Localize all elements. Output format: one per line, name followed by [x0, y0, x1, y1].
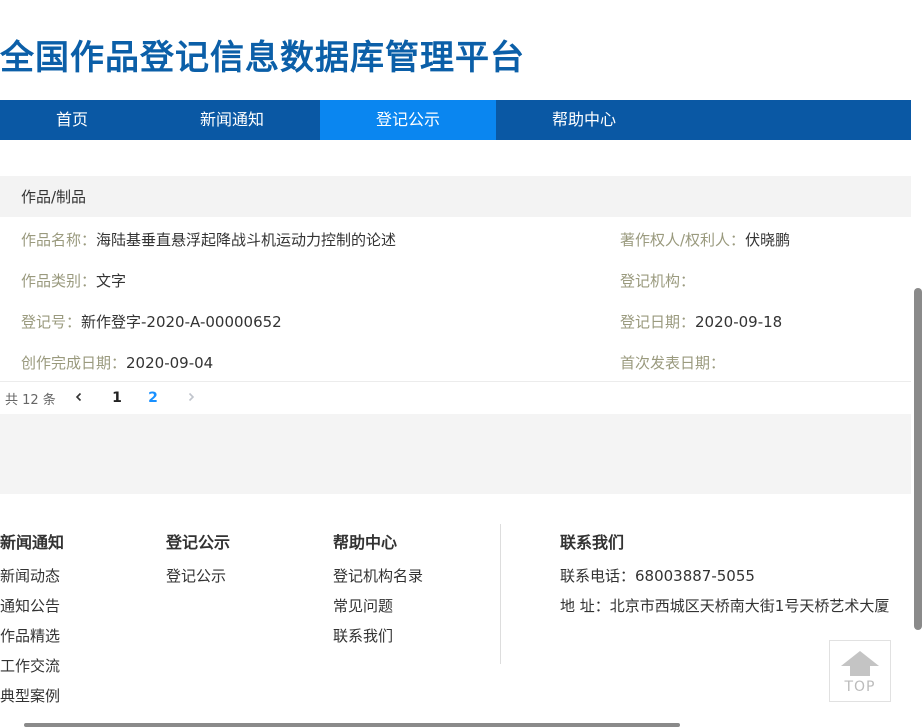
footer-link-announcements[interactable]: 通知公告 [0, 595, 60, 616]
field-owner: 著作权人/权利人：伏晓鹏 [620, 229, 790, 250]
nav-item-home[interactable]: 首页 [0, 100, 144, 140]
nav-item-registration-notice[interactable]: 登记公示 [320, 100, 496, 140]
field-publish-date: 首次发表日期： [620, 352, 725, 373]
footer-link-featured-works[interactable]: 作品精选 [0, 625, 60, 646]
page-button-2[interactable]: 2 [141, 386, 165, 410]
field-reg-no: 登记号：新作登字-2020-A-00000652 [21, 311, 282, 332]
footer-link-registration-notice[interactable]: 登记公示 [166, 565, 226, 586]
field-label: 作品名称： [21, 231, 97, 249]
footer-title-contact: 联系我们 [560, 533, 625, 552]
field-label: 首次发表日期： [620, 354, 726, 372]
footer-divider [500, 524, 501, 664]
field-reg-date: 登记日期：2020-09-18 [620, 311, 782, 332]
field-label: 作品类别： [21, 272, 97, 290]
footer-link-work-exchange[interactable]: 工作交流 [0, 655, 60, 676]
chevron-left-icon[interactable] [67, 386, 91, 410]
footer-title-news: 新闻通知 [0, 533, 65, 552]
field-label: 登记日期： [620, 313, 696, 331]
footer-title-help: 帮助中心 [333, 533, 398, 552]
chevron-right-icon[interactable] [179, 386, 203, 410]
field-category: 作品类别：文字 [21, 270, 126, 291]
horizontal-scrollbar-thumb[interactable] [24, 723, 680, 727]
field-work-name: 作品名称：海陆基垂直悬浮起降战斗机运动力控制的论述 [21, 229, 396, 250]
contact-address: 地 址：北京市西城区天桥南大街1号天桥艺术大厦 [560, 597, 890, 615]
footer-link-agency-directory[interactable]: 登记机构名录 [333, 565, 423, 586]
section-header: 作品/制品 [0, 176, 911, 217]
contact-phone: 联系电话：68003887-5055 [560, 567, 755, 585]
vertical-scrollbar-thumb[interactable] [914, 288, 922, 630]
record-divider [0, 381, 911, 382]
nav-item-news[interactable]: 新闻通知 [144, 100, 320, 140]
back-to-top-button[interactable]: TOP [829, 640, 891, 702]
footer-title-registration: 登记公示 [166, 533, 231, 552]
site-title: 全国作品登记信息数据库管理平台 [0, 38, 525, 78]
page-button-1[interactable]: 1 [105, 386, 129, 410]
footer-link-contact-us[interactable]: 联系我们 [333, 625, 393, 646]
field-value: 新作登字-2020-A-00000652 [81, 313, 282, 331]
field-value: 伏晓鹏 [745, 231, 791, 249]
footer-link-faq[interactable]: 常见问题 [333, 595, 393, 616]
field-value: 2020-09-18 [695, 313, 783, 331]
field-label: 登记机构： [620, 272, 696, 290]
field-label: 创作完成日期： [21, 354, 127, 372]
arrow-up-house-icon [841, 651, 879, 676]
nav-item-help[interactable]: 帮助中心 [496, 100, 672, 140]
field-value: 海陆基垂直悬浮起降战斗机运动力控制的论述 [96, 231, 397, 249]
field-done-date: 创作完成日期：2020-09-04 [21, 352, 213, 373]
main-nav: 首页 新闻通知 登记公示 帮助中心 [0, 100, 911, 140]
field-agency: 登记机构： [620, 270, 695, 291]
field-label: 著作权人/权利人： [620, 231, 746, 249]
pagination-total: 共 12 条 [5, 393, 56, 408]
back-to-top-label: TOP [844, 679, 876, 695]
footer-link-news-updates[interactable]: 新闻动态 [0, 565, 60, 586]
footer-link-typical-cases[interactable]: 典型案例 [0, 685, 60, 706]
field-value: 2020-09-04 [126, 354, 214, 372]
content-bottom-band [0, 414, 911, 494]
field-value: 文字 [96, 272, 127, 290]
field-label: 登记号： [21, 313, 82, 331]
